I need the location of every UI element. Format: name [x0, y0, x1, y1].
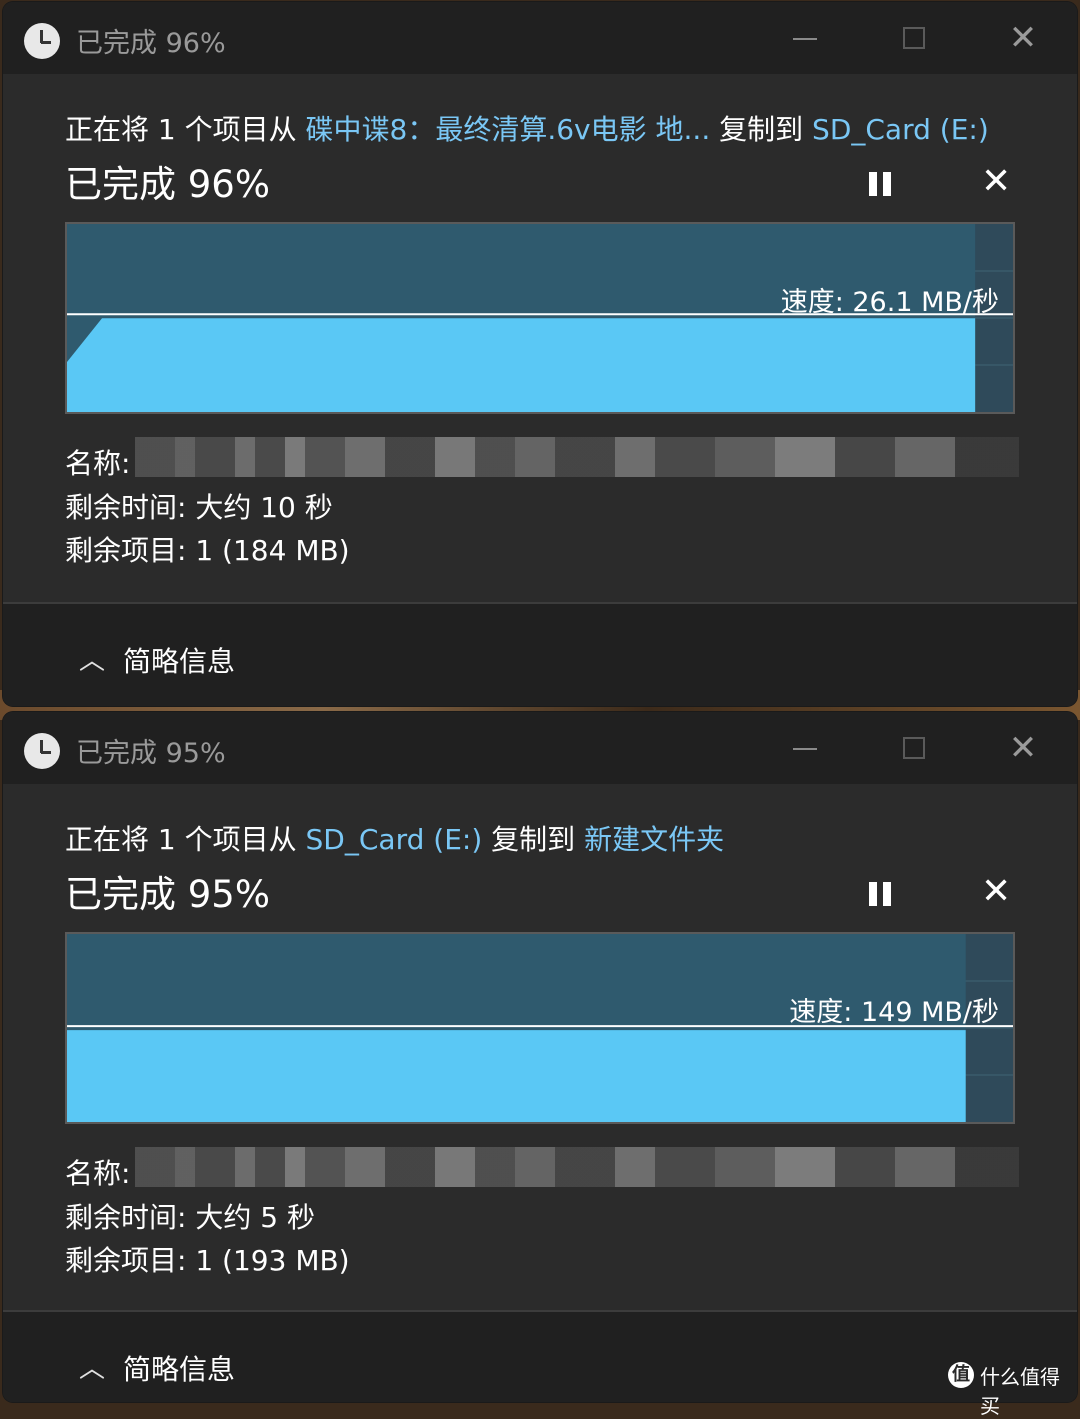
- destination-link[interactable]: SD_Card (E:): [812, 113, 989, 146]
- copy-mid: 复制到: [482, 823, 585, 856]
- cancel-button[interactable]: ✕: [981, 162, 1011, 202]
- minimize-button[interactable]: [783, 18, 827, 58]
- titlebar: 已完成 96% ✕: [3, 2, 1077, 74]
- clock-icon: [24, 733, 60, 769]
- footer: ︿ 简略信息: [3, 604, 1077, 706]
- window-title: 已完成 96%: [76, 28, 226, 59]
- brief-info-toggle[interactable]: 简略信息: [123, 1348, 235, 1388]
- copy-dialog-2: 已完成 95% ✕ 正在将 1 个项目从 SD_Card (E:) 复制到 新建…: [3, 712, 1077, 1402]
- transfer-fill: [67, 1030, 966, 1122]
- watermark-mark: 值: [948, 1362, 974, 1388]
- close-window-button[interactable]: ✕: [1001, 18, 1045, 58]
- maximize-button[interactable]: [891, 18, 935, 58]
- copy-description: 正在将 1 个项目从 SD_Card (E:) 复制到 新建文件夹: [65, 818, 724, 858]
- copy-mid: 复制到: [710, 113, 813, 146]
- name-label: 名称:: [65, 447, 131, 480]
- percent-complete: 已完成 95%: [65, 873, 270, 916]
- pause-button[interactable]: [869, 882, 895, 906]
- minimize-button[interactable]: [783, 728, 827, 768]
- items-left: 剩余项目: 1 (184 MB): [65, 534, 350, 567]
- brief-info-toggle[interactable]: 简略信息: [123, 640, 235, 680]
- watermark-logo: 值 什么值得买: [948, 1360, 1076, 1418]
- footer: ︿ 简略信息: [3, 1312, 1077, 1402]
- chevron-up-icon[interactable]: ︿: [79, 1348, 105, 1385]
- copy-prefix: 正在将 1 个项目从: [65, 823, 306, 856]
- percent-complete: 已完成 96%: [65, 163, 270, 206]
- pause-button[interactable]: [869, 172, 895, 196]
- copy-prefix: 正在将 1 个项目从: [65, 113, 306, 146]
- speed-label: 速度: 149 MB/秒: [789, 997, 999, 1028]
- speed-graph: 速度: 26.1 MB/秒: [65, 222, 1015, 414]
- watermark-text: 什么值得买: [980, 1365, 1060, 1418]
- window-title: 已完成 95%: [76, 738, 226, 769]
- items-left: 剩余项目: 1 (193 MB): [65, 1244, 350, 1277]
- source-link[interactable]: 碟中谍8：最终清算.6v电影 地...: [306, 113, 711, 146]
- time-left: 剩余时间: 大约 10 秒: [65, 491, 333, 524]
- pixelated-filename: [135, 1147, 1019, 1187]
- copy-dialog-1: 已完成 96% ✕ 正在将 1 个项目从 碟中谍8：最终清算.6v电影 地...…: [3, 2, 1077, 706]
- speed-graph: 速度: 149 MB/秒: [65, 932, 1015, 1124]
- destination-link[interactable]: 新建文件夹: [584, 823, 724, 856]
- copy-description: 正在将 1 个项目从 碟中谍8：最终清算.6v电影 地... 复制到 SD_Ca…: [65, 108, 989, 148]
- cancel-button[interactable]: ✕: [981, 872, 1011, 912]
- chevron-up-icon[interactable]: ︿: [79, 640, 105, 677]
- name-label: 名称:: [65, 1157, 131, 1190]
- titlebar: 已完成 95% ✕: [3, 712, 1077, 784]
- pixelated-filename: [135, 437, 1019, 477]
- source-link[interactable]: SD_Card (E:): [306, 823, 483, 856]
- time-left: 剩余时间: 大约 5 秒: [65, 1201, 315, 1234]
- clock-icon: [24, 23, 60, 59]
- maximize-button[interactable]: [891, 728, 935, 768]
- close-window-button[interactable]: ✕: [1001, 728, 1045, 768]
- transfer-fill: [67, 318, 976, 412]
- speed-label: 速度: 26.1 MB/秒: [780, 287, 999, 318]
